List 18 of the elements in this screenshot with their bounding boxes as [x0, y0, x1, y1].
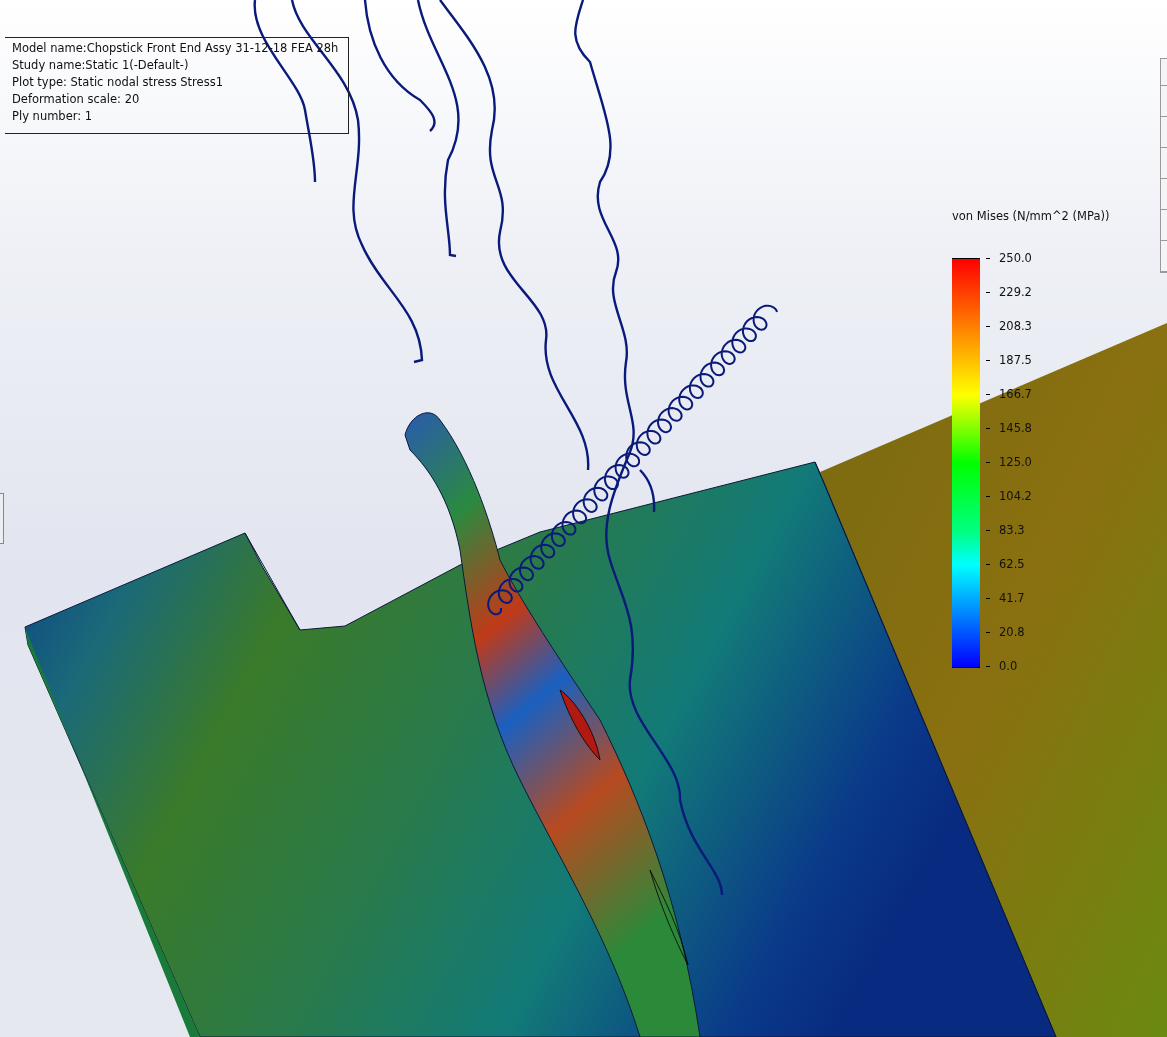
scale-label: 250.0 [999, 251, 1032, 265]
scale-label: 229.2 [999, 285, 1032, 299]
scale-label: 62.5 [999, 557, 1025, 571]
legend-title: von Mises (N/mm^2 (MPa)) [952, 209, 1110, 223]
scale-label: 0.0 [999, 659, 1018, 673]
scale-label: 104.2 [999, 489, 1032, 503]
info-text: Ply number: 1 [12, 108, 94, 125]
info-text: Deformation scale: 20 [12, 91, 141, 108]
scale-label: 145.8 [999, 421, 1032, 435]
scale-label: 166.7 [999, 387, 1032, 401]
info-text: Study name:Static 1(-Default-) [12, 57, 190, 74]
scale-label: 41.7 [999, 591, 1025, 605]
scale-label: 83.3 [999, 523, 1025, 537]
scale-label: 208.3 [999, 319, 1032, 333]
scale-label: 125.0 [999, 455, 1032, 469]
info-text: Plot type: Static nodal stress Stress1 [12, 74, 224, 91]
scale-label: 20.8 [999, 625, 1025, 639]
scale-label: 187.5 [999, 353, 1032, 367]
